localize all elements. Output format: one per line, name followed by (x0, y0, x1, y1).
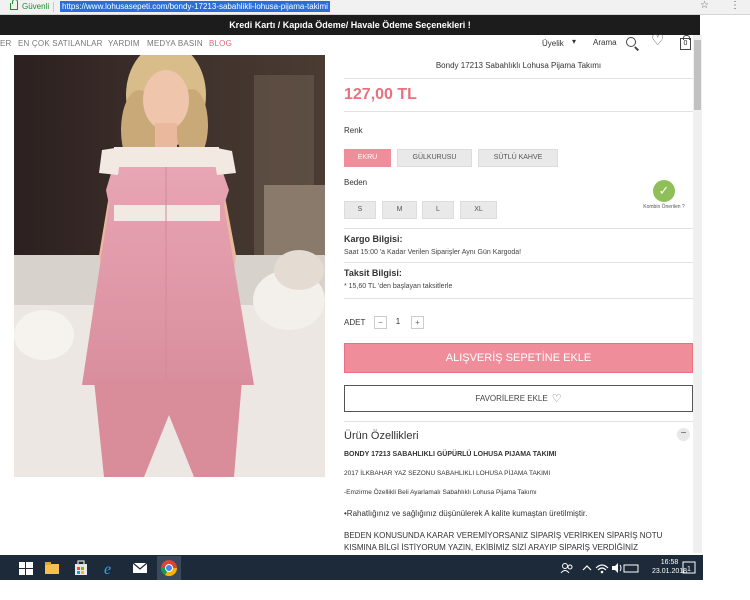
search-icon[interactable] (626, 37, 636, 47)
nav-item-best-sellers[interactable]: EN ÇOK SATILANLAR (18, 39, 103, 48)
installment-title: Taksit Bilgisi: (344, 268, 402, 278)
add-to-cart-button[interactable]: ALIŞVERİŞ SEPETİNE EKLE (344, 343, 693, 373)
account-menu[interactable]: Üyelik (542, 39, 564, 48)
quantity-increase-button[interactable]: + (411, 316, 424, 329)
divider (344, 421, 693, 422)
collapse-icon[interactable]: − (677, 428, 690, 441)
scrollbar-thumb[interactable] (694, 40, 701, 110)
installment-text: * 15,60 TL 'den başlayan taksitlerle (344, 283, 453, 290)
chevron-down-icon[interactable]: ▾ (572, 37, 576, 46)
page-scrollbar[interactable] (693, 35, 702, 553)
divider (344, 111, 693, 112)
shipping-text: Saat 15:00 'a Kadar Verilen Siparişler A… (344, 249, 522, 256)
notification-icon[interactable]: 1 (679, 558, 699, 578)
svg-text:1: 1 (687, 566, 691, 573)
svg-text:e: e (104, 561, 111, 578)
features-heading: BONDY 17213 SABAHLIKLI GÜPÜRLÜ LOHUSA PI… (344, 451, 557, 458)
combo-suggestion-label[interactable]: Kombin Önerilen ? (640, 204, 688, 210)
quantity-input[interactable]: 1 (393, 317, 403, 326)
divider (344, 298, 693, 299)
color-option-ecru[interactable]: EKRU (344, 149, 391, 167)
browser-address-bar: Güvenli https://www.lohusasepeti.com/bon… (0, 0, 750, 15)
windows-start-icon[interactable] (16, 558, 36, 578)
features-line-2: -Emzirme Özellikli Beli Ayarlamalı Sabah… (344, 489, 537, 496)
features-line-1: 2017 İLKBAHAR YAZ SEZONU SABAHLIKLI LOHU… (344, 470, 551, 477)
bookmark-star-icon[interactable]: ☆ (700, 0, 709, 11)
divider (344, 228, 693, 229)
features-line-3: •Rahatlığınız ve sağlığınız düşünülerek … (344, 509, 588, 518)
nav-item-partial[interactable]: ER (0, 39, 12, 48)
people-icon[interactable] (557, 558, 577, 578)
file-explorer-icon[interactable] (42, 558, 62, 578)
mail-icon[interactable] (130, 558, 150, 578)
store-icon[interactable] (71, 558, 91, 578)
divider (344, 262, 693, 263)
favorites-heart-icon[interactable]: ♡ (651, 33, 664, 48)
size-option-l[interactable]: L (422, 201, 454, 219)
browser-menu-icon[interactable]: ⋮ (730, 0, 740, 11)
search-label[interactable]: Arama (593, 38, 617, 47)
add-to-favorites-button[interactable]: FAVORİLERE EKLE ♡ (344, 385, 693, 412)
internet-explorer-icon[interactable]: e (101, 558, 121, 578)
chrome-icon[interactable] (157, 556, 181, 580)
nav-item-blog[interactable]: BLOG (209, 39, 232, 48)
features-line-5: KISMINA BİLGİ İSTİYORUM YAZIN, EKİBİMİZ … (344, 543, 638, 552)
color-option-gulkurusu[interactable]: GÜLKURUSU (397, 149, 472, 167)
secure-label: Güvenli (22, 2, 50, 11)
divider (344, 78, 693, 79)
quantity-label: ADET (344, 318, 366, 327)
quantity-decrease-button[interactable]: − (374, 316, 387, 329)
product-photo-illustration (14, 55, 325, 477)
keyboard-icon[interactable] (621, 558, 641, 578)
nav-item-media[interactable]: MEDYA BASIN (147, 39, 203, 48)
lock-icon (10, 0, 18, 10)
features-title[interactable]: Ürün Özellikleri (344, 430, 419, 442)
add-to-favorites-label: FAVORİLERE EKLE (475, 394, 548, 403)
color-option-sutlu-kahve[interactable]: SÜTLÜ KAHVE (478, 149, 558, 167)
nav-item-help[interactable]: YARDIM (108, 39, 140, 48)
shipping-title: Kargo Bilgisi: (344, 234, 403, 244)
size-option-m[interactable]: M (382, 201, 417, 219)
promo-banner: Kredi Kartı / Kapıda Ödeme/ Havale Ödeme… (0, 15, 700, 35)
product-title: Bondy 17213 Sabahlıklı Lohusa Pijama Tak… (435, 61, 602, 70)
cart-icon[interactable]: 0 (680, 35, 691, 50)
product-photo (14, 55, 325, 477)
color-label: Renk (344, 126, 363, 135)
heart-icon: ♡ (551, 393, 562, 405)
address-separator (53, 2, 54, 12)
size-label: Beden (344, 178, 368, 187)
combo-suggestion-check-icon[interactable]: ✓ (653, 180, 675, 202)
size-option-xl[interactable]: XL (460, 201, 497, 219)
size-option-s[interactable]: S (344, 201, 376, 219)
url-field[interactable]: https://www.lohusasepeti.com/bondy-17213… (60, 1, 330, 12)
features-line-4: BEDEN KONUSUNDA KARAR VEREMİYORSANIZ SİP… (344, 531, 663, 540)
product-price: 127,00 TL (344, 86, 417, 103)
